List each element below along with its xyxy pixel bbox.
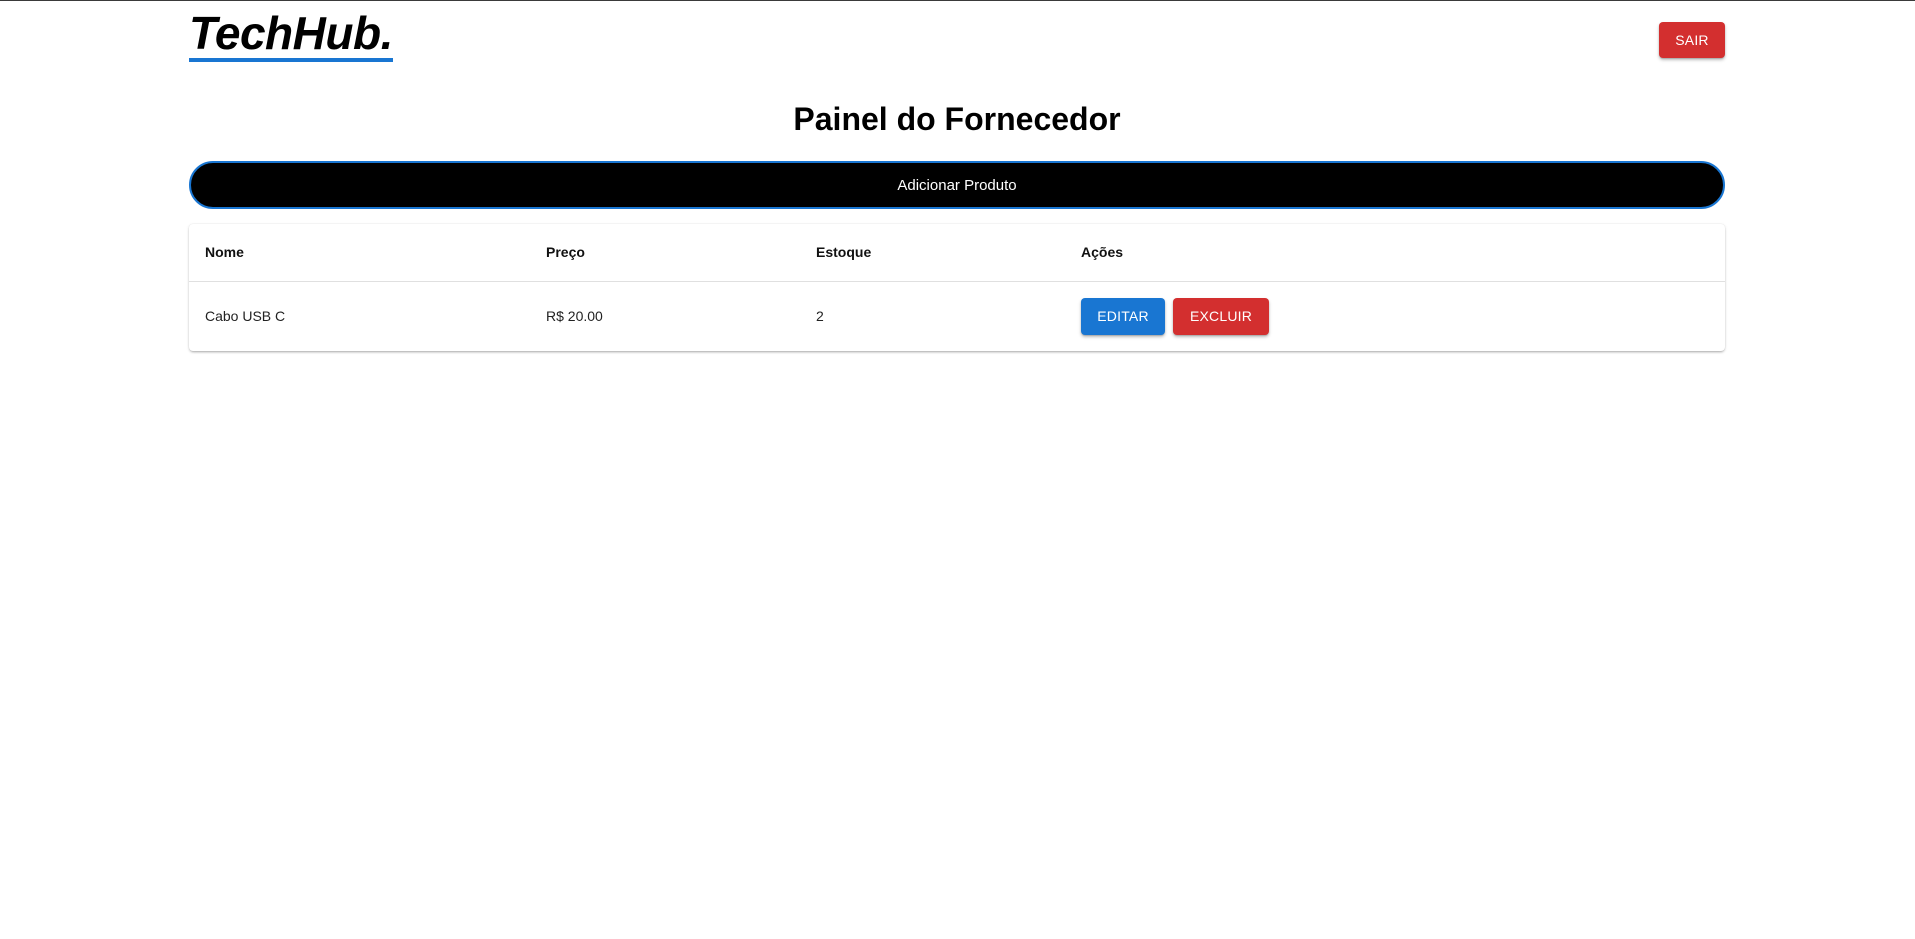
- column-header-stock: Estoque: [800, 224, 1065, 282]
- column-header-actions: Ações: [1065, 224, 1725, 282]
- page-container: TechHub. SAIR Painel do Fornecedor Adici…: [189, 0, 1725, 351]
- products-table-card: Nome Preço Estoque Ações Cabo USB C R$ 2…: [189, 224, 1725, 351]
- add-product-button[interactable]: Adicionar Produto: [189, 161, 1725, 209]
- column-header-name: Nome: [189, 224, 530, 282]
- product-stock-cell: 2: [816, 308, 824, 325]
- edit-product-button[interactable]: EDITAR: [1081, 297, 1165, 335]
- page-title: Painel do Fornecedor: [793, 101, 1121, 137]
- product-actions-cell: EDITAR EXCLUIR: [1065, 281, 1725, 351]
- supplier-dashboard: Painel do Fornecedor Adicionar Produto N…: [189, 100, 1725, 351]
- table-header: Nome Preço Estoque Ações: [189, 224, 1725, 282]
- product-name-cell: Cabo USB C: [205, 308, 286, 325]
- table-body: Cabo USB C R$ 20.00 2 EDITAR EXCLUIR: [189, 281, 1725, 351]
- product-price-cell: R$ 20.00: [546, 308, 603, 325]
- table-header-row: Nome Preço Estoque Ações: [189, 224, 1725, 282]
- row-actions: EDITAR EXCLUIR: [1081, 297, 1709, 335]
- app-header: TechHub. SAIR: [189, 0, 1725, 80]
- table-row: Cabo USB C R$ 20.00 2 EDITAR EXCLUIR: [189, 281, 1725, 351]
- column-header-price: Preço: [530, 224, 800, 282]
- techhub-logo[interactable]: TechHub.: [189, 10, 393, 62]
- logout-button[interactable]: SAIR: [1659, 22, 1725, 58]
- products-table: Nome Preço Estoque Ações Cabo USB C R$ 2…: [189, 224, 1725, 351]
- delete-product-button[interactable]: EXCLUIR: [1173, 297, 1269, 335]
